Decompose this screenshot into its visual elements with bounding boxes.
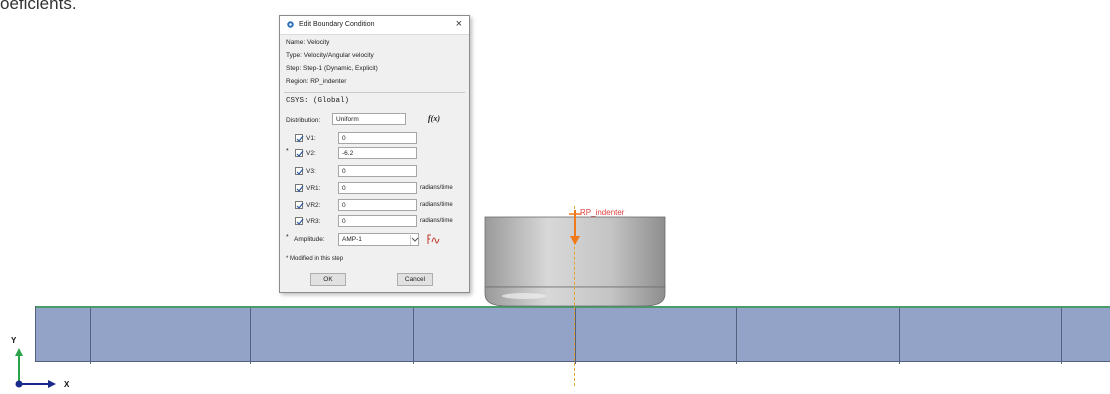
step-label: Step:	[286, 65, 302, 72]
step-row: Step: Step-1 (Dynamic, Explicit)	[286, 65, 378, 72]
region-label: Region:	[286, 78, 309, 85]
vr2-input[interactable]: 0	[338, 199, 417, 211]
vr3-checkbox[interactable]	[295, 217, 304, 225]
axis-x-label: X	[64, 380, 70, 389]
field-vr3: VR3: 0 radians/time	[286, 215, 470, 228]
distribution-label: Distribution:	[286, 117, 321, 124]
field-v2: * V2: -6.2	[286, 147, 470, 160]
v3-input[interactable]: 0	[338, 165, 417, 177]
vr1-checkbox[interactable]	[295, 184, 304, 192]
vr2-checkbox[interactable]	[295, 201, 304, 209]
chevron-down-icon[interactable]	[410, 235, 419, 245]
close-icon[interactable]: ×	[456, 18, 462, 30]
amplitude-value: AMP-1	[342, 236, 362, 243]
type-value: Velocity/Angular velocity	[303, 52, 374, 59]
vr1-unit: radians/time	[420, 185, 453, 191]
vr3-unit: radians/time	[420, 218, 453, 224]
v3-checkbox[interactable]	[295, 167, 304, 175]
step-value: Step-1 (Dynamic, Explicit)	[303, 65, 378, 72]
modified-star: *	[286, 234, 289, 241]
distribution-select[interactable]: Uniform	[332, 113, 406, 125]
modified-star: *	[286, 148, 289, 155]
dialog-titlebar[interactable]: Edit Boundary Condition ×	[280, 16, 469, 35]
name-value: Velocity	[306, 39, 330, 46]
vr1-input[interactable]: 0	[338, 182, 417, 194]
vr3-label: VR3:	[306, 218, 321, 225]
vr2-label: VR2:	[306, 202, 321, 209]
amplitude-label: Amplitude:	[294, 236, 325, 243]
region-value: RP_indenter	[310, 78, 347, 85]
name-label: Name:	[286, 39, 306, 46]
plate-outline	[35, 306, 1110, 362]
v1-input[interactable]: 0	[338, 132, 417, 144]
ok-button[interactable]: OK	[310, 273, 346, 286]
field-vr1: VR1: 0 radians/time	[286, 182, 470, 195]
field-v3: V3: 0	[286, 165, 470, 178]
axis-y-label: Y	[11, 336, 17, 345]
region-row: Region: RP_indenter	[286, 78, 346, 85]
vr3-input[interactable]: 0	[338, 215, 417, 227]
name-row: Name: Velocity	[286, 39, 329, 46]
amplitude-row: * Amplitude: AMP-1	[286, 233, 470, 247]
type-label: Type:	[286, 52, 302, 59]
type-row: Type: Velocity/Angular velocity	[286, 52, 374, 59]
amplitude-curve-icon[interactable]	[426, 233, 440, 245]
csys-label: CSYS: (Global)	[286, 97, 350, 105]
v3-label: V3:	[306, 168, 316, 175]
page-caption: oeficients.	[0, 0, 77, 13]
vr2-unit: radians/time	[420, 202, 453, 208]
ref-point-label: RP_indenter	[580, 208, 625, 217]
field-v1: V1: 0	[286, 132, 470, 145]
modified-note: * Modified in this step	[286, 256, 344, 262]
gear-icon	[287, 21, 294, 28]
dialog-title: Edit Boundary Condition	[299, 21, 375, 28]
v2-label: V2:	[306, 150, 316, 157]
field-vr2: VR2: 0 radians/time	[286, 199, 470, 212]
v1-checkbox[interactable]	[295, 134, 304, 142]
vr1-label: VR1:	[306, 185, 321, 192]
edit-boundary-condition-dialog: Edit Boundary Condition × Name: Velocity…	[279, 15, 470, 293]
cancel-button[interactable]: Cancel	[397, 273, 433, 286]
amplitude-select[interactable]: AMP-1	[338, 233, 419, 246]
v1-label: V1:	[306, 135, 316, 142]
fx-button[interactable]: f(x)	[428, 114, 440, 123]
divider	[284, 92, 465, 93]
v2-checkbox[interactable]	[295, 149, 304, 157]
v2-input[interactable]: -6.2	[338, 147, 417, 159]
